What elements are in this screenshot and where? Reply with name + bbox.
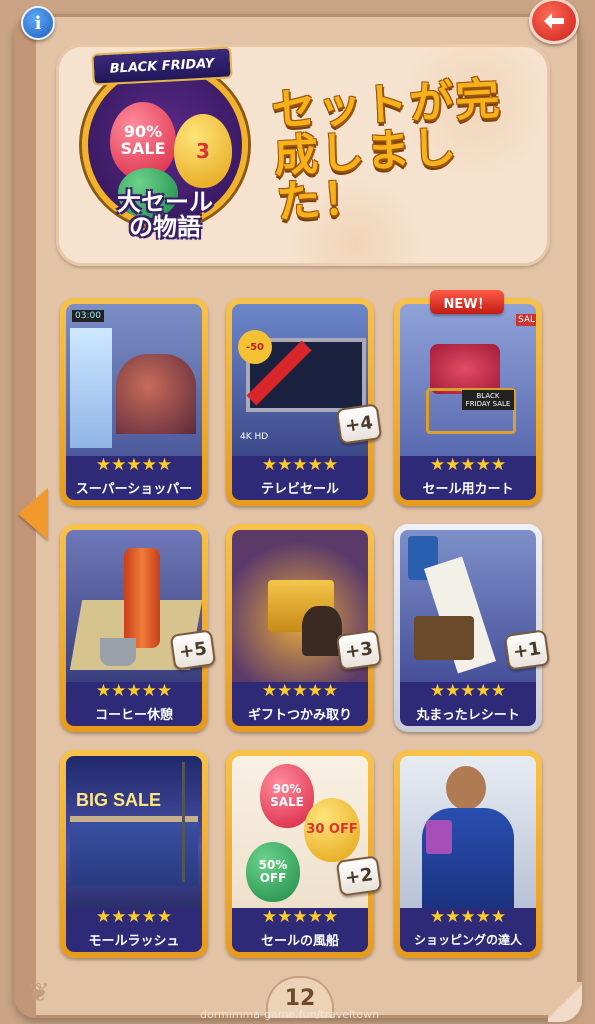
- card-art: SAL BLACK FRIDAY SALE: [400, 304, 536, 456]
- back-arrow-icon[interactable]: [529, 0, 579, 44]
- card-tv-sale[interactable]: -50 4K HD ★★★★★ テレビセール +4: [226, 298, 383, 506]
- card-sale-cart[interactable]: SAL BLACK FRIDAY SALE ★★★★★ セール用カート NEW！: [394, 290, 542, 506]
- card-name: コーヒー休憩: [66, 700, 202, 726]
- discount-sticker: -50: [238, 330, 272, 364]
- duplicate-count-badge: +3: [335, 629, 383, 671]
- card-art: BIG SALE: [66, 756, 202, 908]
- card-super-shopper[interactable]: 03:00 ★★★★★ スーパーショッパー: [60, 298, 208, 506]
- store-sale-sign: SAL: [516, 314, 536, 326]
- duplicate-count-badge: +4: [335, 403, 383, 445]
- star-rating: ★★★★★: [400, 456, 536, 474]
- card-name: スーパーショッパー: [66, 474, 202, 500]
- info-icon[interactable]: i: [21, 6, 55, 40]
- emblem-yellow-balloon: 3: [174, 114, 232, 188]
- card-shopping-master[interactable]: ★★★★★ ショッピングの達人: [394, 750, 542, 958]
- clock-label: 03:00: [72, 310, 104, 322]
- album-title: 大セール の物語: [117, 188, 213, 242]
- card-sale-balloons[interactable]: 90% SALE 30 OFF 50% OFF ★★★★★ セールの風船 +2: [226, 750, 383, 958]
- card-name: セール用カート: [400, 474, 536, 500]
- star-rating: ★★★★★: [400, 682, 536, 700]
- balloon-green: 50% OFF: [246, 842, 300, 902]
- star-rating: ★★★★★: [66, 908, 202, 926]
- card-name: モールラッシュ: [66, 926, 202, 952]
- card-art: [400, 756, 536, 908]
- star-rating: ★★★★★: [400, 908, 536, 926]
- card-name: ギフトつかみ取り: [232, 700, 368, 726]
- tv-box-label: 4K HD: [240, 432, 269, 442]
- left-arrow-icon[interactable]: [18, 488, 48, 540]
- card-crumpled-receipt[interactable]: ★★★★★ 丸まったレシート +1: [394, 524, 551, 732]
- card-name: テレビセール: [232, 474, 368, 500]
- shopping-bag: [426, 820, 452, 854]
- album-header: 90% SALE 3 BLACK FRIDAY 大セール の物語 セットが完成し…: [56, 44, 550, 266]
- maple-leaf-icon: ❦: [28, 978, 50, 1008]
- star-rating: ★★★★★: [66, 456, 202, 474]
- card-coffee-break[interactable]: ★★★★★ コーヒー休憩 +5: [60, 524, 217, 732]
- mall-building: [70, 816, 198, 886]
- thermos: [124, 548, 160, 648]
- store-door: [70, 328, 112, 448]
- duplicate-count-badge: +2: [335, 855, 383, 897]
- mall-sign: BIG SALE: [76, 790, 162, 810]
- card-mall-rush[interactable]: BIG SALE ★★★★★ モールラッシュ: [60, 750, 208, 958]
- shopper-head: [446, 766, 486, 810]
- star-rating: ★★★★★: [232, 682, 368, 700]
- wallet: [414, 616, 474, 660]
- page-curl[interactable]: [548, 982, 582, 1022]
- set-complete-message: セットが完成しました！: [270, 73, 503, 229]
- crowd: [116, 354, 196, 434]
- star-rating: ★★★★★: [232, 456, 368, 474]
- cart-sign: BLACK FRIDAY SALE: [462, 390, 514, 410]
- new-badge: NEW！: [430, 290, 504, 314]
- star-rating: ★★★★★: [66, 682, 202, 700]
- card-art: 03:00: [66, 304, 202, 456]
- card-gift-grab[interactable]: ★★★★★ ギフトつかみ取り +3: [226, 524, 383, 732]
- cup: [100, 638, 136, 666]
- card-name: セールの風船: [232, 926, 368, 952]
- street-lamp: [182, 762, 185, 882]
- hand: [302, 606, 342, 656]
- balloon-yellow: 30 OFF: [304, 798, 360, 862]
- cart-goods: [430, 344, 500, 394]
- star-rating: ★★★★★: [232, 908, 368, 926]
- watermark: dormimma-game.fun/traveltown: [200, 1008, 380, 1021]
- duplicate-count-badge: +5: [169, 629, 217, 671]
- card-name: 丸まったレシート: [400, 700, 536, 726]
- duplicate-count-badge: +1: [503, 629, 551, 671]
- card-name: ショッピングの達人: [400, 926, 536, 952]
